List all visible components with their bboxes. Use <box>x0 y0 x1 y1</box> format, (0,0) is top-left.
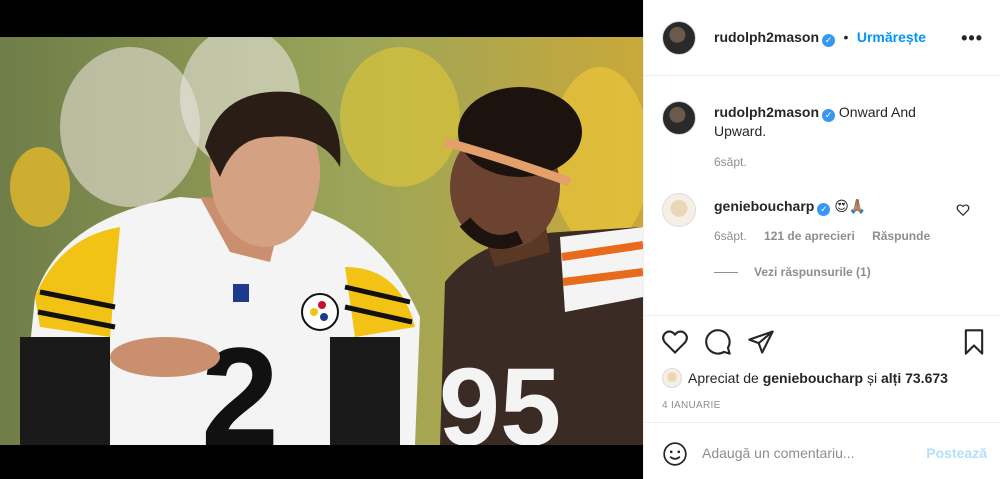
emoji-picker-icon[interactable] <box>662 441 688 467</box>
post-sidebar: rudolph2mason ✓ • Urmărește ••• rudolph2m… <box>643 0 1000 479</box>
post-header: rudolph2mason ✓ • Urmărește ••• <box>644 0 1000 76</box>
caption-username[interactable]: rudolph2mason <box>714 104 819 120</box>
view-replies-label: Vezi răspunsurile (1) <box>754 265 871 279</box>
caption-body: rudolph2mason ✓ Onward And Upward. <box>714 103 954 141</box>
comment-meta: 6săpt. 121 de aprecieri Răspunde <box>714 229 944 243</box>
jersey-number-95: 95 <box>439 346 561 445</box>
author-info: rudolph2mason ✓ • Urmărește <box>714 29 926 47</box>
replies-divider <box>714 272 738 274</box>
likes-summary[interactable]: Apreciat de genieboucharp și alți 73.673 <box>662 368 948 388</box>
comments-list: rudolph2mason ✓ Onward And Upward. 6săpt.… <box>644 77 1000 315</box>
verified-badge-icon: ✓ <box>822 109 836 122</box>
likes-others[interactable]: alți 73.673 <box>881 370 948 386</box>
verified-badge-icon: ✓ <box>817 203 831 216</box>
comment-body: genieboucharp ✓ 😍🙏🏽 <box>714 197 954 216</box>
comment-icon[interactable] <box>704 328 732 356</box>
comment-text: 😍🙏🏽 <box>834 198 867 214</box>
likes-user[interactable]: genieboucharp <box>763 370 863 386</box>
liker-avatar <box>662 368 682 388</box>
separator-dot: • <box>843 29 849 45</box>
verified-badge-icon: ✓ <box>822 34 836 47</box>
view-replies-button[interactable]: Vezi răspunsurile (1) <box>714 265 871 279</box>
post-image: 2 95 <box>0 37 643 445</box>
action-bar: Apreciat de genieboucharp și alți 73.673… <box>644 315 1000 411</box>
more-options-icon[interactable]: ••• <box>961 28 983 49</box>
post-comment-button[interactable]: Postează <box>926 445 987 461</box>
caption-meta: 6săpt. <box>714 155 761 169</box>
author-avatar[interactable] <box>662 21 696 55</box>
post-date[interactable]: 4 IANUARIE <box>662 400 721 411</box>
commenter-avatar[interactable] <box>662 193 696 227</box>
like-heart-icon[interactable] <box>661 328 689 356</box>
comment-time[interactable]: 6săpt. <box>714 229 747 243</box>
likes-suffix: și <box>866 370 878 386</box>
save-bookmark-icon[interactable] <box>960 328 988 356</box>
reply-button[interactable]: Răspunde <box>872 229 930 243</box>
photo-pane: 2 95 <box>0 0 643 479</box>
comment-input[interactable] <box>702 441 912 465</box>
share-icon[interactable] <box>747 328 775 356</box>
author-username[interactable]: rudolph2mason <box>714 29 819 45</box>
likes-prefix: Apreciat de <box>688 370 759 386</box>
follow-button[interactable]: Urmărește <box>857 29 926 45</box>
comment-username[interactable]: genieboucharp <box>714 198 814 214</box>
add-comment-bar: Postează <box>644 422 1000 479</box>
caption-avatar[interactable] <box>662 101 696 135</box>
caption-time[interactable]: 6săpt. <box>714 155 747 169</box>
comment-likes[interactable]: 121 de aprecieri <box>764 229 855 243</box>
jersey-number-2: 2 <box>201 318 279 445</box>
comment-like-heart-icon[interactable] <box>956 203 970 217</box>
post-photo: 2 95 <box>0 37 643 445</box>
